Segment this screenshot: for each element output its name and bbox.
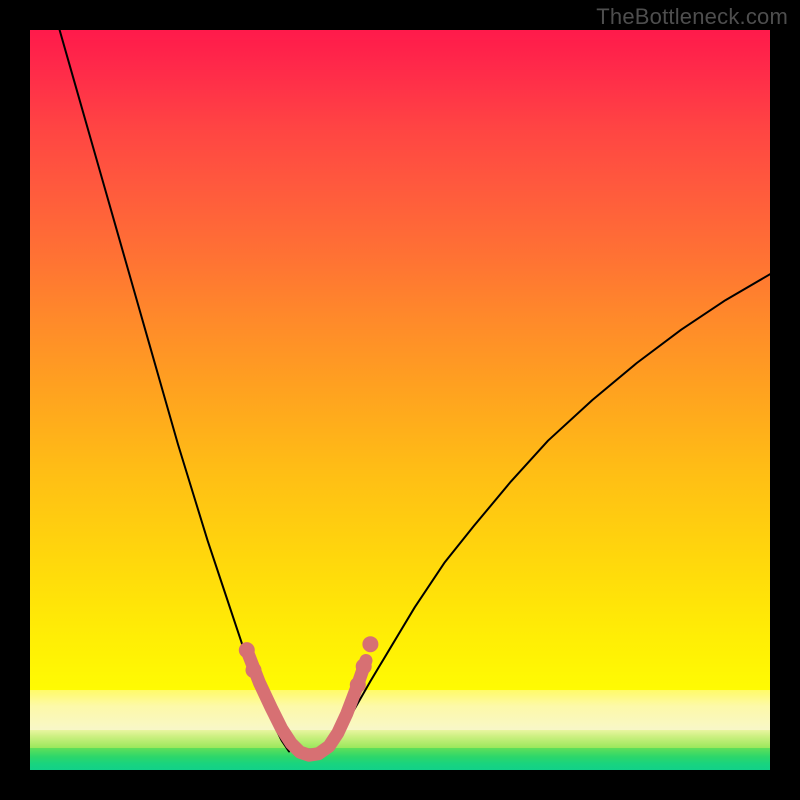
marker-dot <box>362 636 378 652</box>
watermark-text: TheBottleneck.com <box>596 4 788 30</box>
valley-outline <box>247 650 366 755</box>
marker-dot <box>356 658 372 674</box>
marker-dot <box>239 642 255 658</box>
chart-frame: TheBottleneck.com <box>0 0 800 800</box>
marker-dot <box>246 662 262 678</box>
plot-area <box>30 30 770 770</box>
series-right-arm <box>326 274 770 751</box>
series-left-arm <box>60 30 289 752</box>
marker-dot <box>350 677 366 693</box>
chart-svg <box>30 30 770 770</box>
